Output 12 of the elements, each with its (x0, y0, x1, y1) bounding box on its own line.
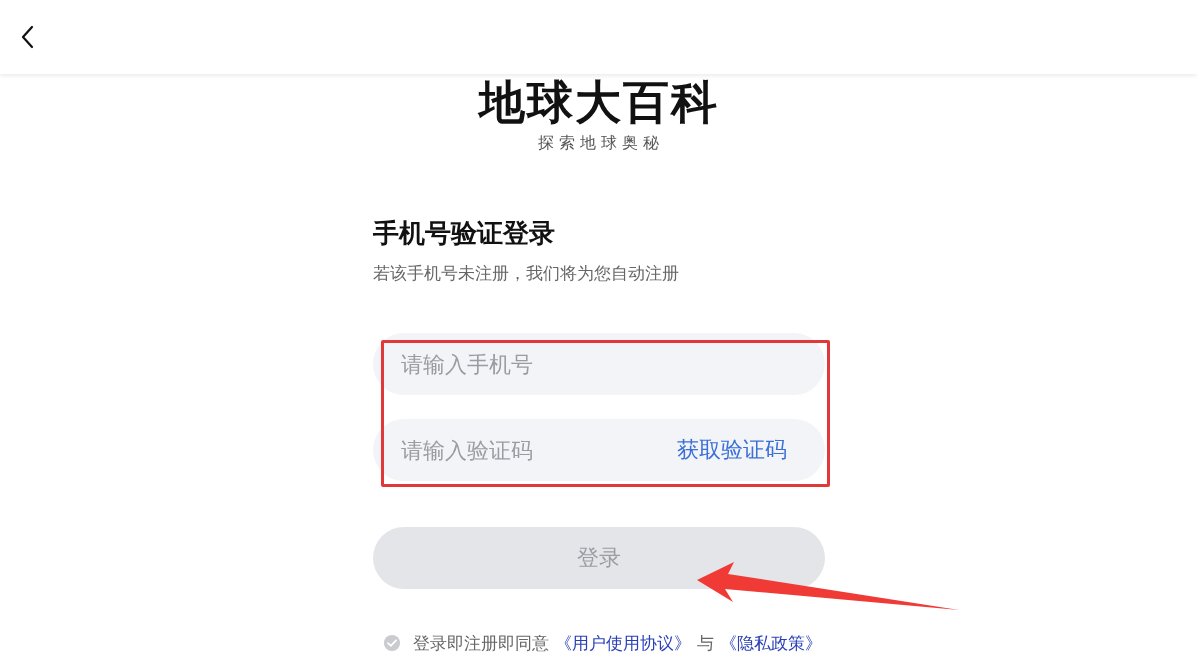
agreement-text: 登录即注册即同意 (412, 632, 549, 652)
back-icon[interactable] (20, 25, 36, 49)
get-code-link[interactable]: 获取验证码 (676, 435, 787, 465)
phone-field[interactable]: 请输入手机号 (372, 333, 825, 395)
login-hint: 若该手机号未注册，我们将为您自动注册 (372, 262, 680, 285)
login-heading: 手机号验证登录 (372, 217, 556, 250)
agreement-text: 与 (696, 632, 714, 652)
policy-link[interactable]: 《用户使用协议》 (554, 629, 691, 652)
policy-link[interactable]: 《隐私政策》 (719, 629, 822, 652)
app-tagline: 探 索 地 球 奥 秘 (537, 132, 660, 154)
app-title: 地球大百科 (478, 76, 719, 128)
agreement-checkbox[interactable] (382, 634, 401, 652)
